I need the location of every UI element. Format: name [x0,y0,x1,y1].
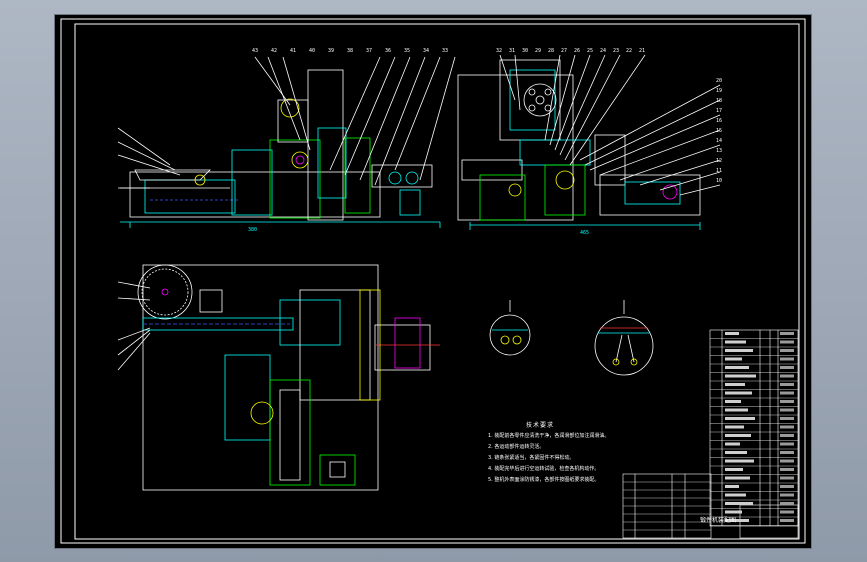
parts-cell-mark [725,434,751,437]
parts-cell-mark [780,459,794,463]
parts-cell-mark [780,417,794,420]
detail-views [489,300,654,376]
technical-notes: 技术要求 1. 装配前各零件应清洗干净，各润滑部位加注润滑油。 2. 各运动部件… [488,420,698,486]
parts-cell-mark [780,451,794,454]
parts-cell-mark [780,442,794,446]
balloon-left-36: 36 [385,48,391,54]
notes-title: 技术要求 [526,422,555,429]
parts-cell-mark [725,408,748,412]
balloon-side-15: 15 [716,128,722,134]
parts-cell-mark [725,400,741,403]
cad-drawing: 43 42 41 40 39 38 37 36 35 34 33 32 31 30 29 28 27 26 25 24… [60,18,806,544]
parts-cell-mark [780,357,794,361]
balloon-side-18: 18 [716,98,722,104]
parts-cell-mark [780,510,794,514]
parts-cell-mark [725,468,743,471]
parts-cell-mark [725,340,746,344]
balloon-left-43: 43 [252,48,258,54]
parts-cell-mark [780,434,794,437]
parts-cell-mark [725,357,742,361]
parts-cell-mark [780,349,794,352]
parts-cell-mark [725,417,755,420]
balloon-side-10: 10 [716,178,722,184]
parts-cell-mark [725,493,746,497]
parts-cell-mark [725,502,753,505]
parts-cell-mark [780,383,794,386]
balloon-left-33: 33 [442,48,448,54]
balloon-left-40: 40 [309,48,315,54]
balloon-side-12: 12 [716,158,722,164]
parts-cell-mark [780,485,794,488]
balloon-right-24: 24 [600,48,606,54]
title-block-name: 锻件机装配图 [700,516,736,524]
parts-cell-mark [725,459,754,463]
balloon-left-35: 35 [404,48,410,54]
front-view [117,56,456,228]
plan-view [117,264,440,491]
parts-cell-mark [780,391,794,395]
dim-side: 465 [580,230,589,236]
parts-cell-mark [725,383,745,386]
parts-cell-mark [780,468,794,471]
dimension-labels: 380 465 [248,227,589,236]
balloon-right-30: 30 [522,48,528,54]
parts-cell-mark [780,476,794,480]
note-2: 2. 各运动部件运转灵活。 [488,444,545,450]
balloon-side-16: 16 [716,118,722,124]
parts-cell-mark [725,451,747,454]
parts-cell-mark [725,485,739,488]
parts-list-cells [725,332,794,522]
balloon-right-23: 23 [613,48,619,54]
parts-cell-mark [725,349,753,352]
parts-cell-mark [725,366,749,369]
dim-front: 380 [248,227,257,233]
balloon-right-29: 29 [535,48,541,54]
cad-viewport[interactable]: 43 42 41 40 39 38 37 36 35 34 33 32 31 30 29 28 27 26 25 24… [0,0,867,562]
parts-cell-mark [780,519,794,522]
balloon-left-37: 37 [366,48,372,54]
side-view [457,54,721,230]
balloon-side-19: 19 [716,88,722,94]
parts-cell-mark [780,340,794,344]
balloon-right-28: 28 [548,48,554,54]
parts-cell-mark [780,425,794,429]
parts-cell-mark [725,391,752,395]
parts-cell-mark [725,510,742,514]
note-1: 1. 装配前各零件应清洗干净，各润滑部位加注润滑油。 [488,433,610,439]
balloon-side-13: 13 [716,148,722,154]
balloon-right-27: 27 [561,48,567,54]
parts-cell-mark [780,374,794,378]
parts-cell-mark [780,493,794,497]
parts-cell-mark [725,332,739,335]
balloon-left-38: 38 [347,48,353,54]
balloon-right-32: 32 [496,48,502,54]
parts-cell-mark [780,366,794,369]
balloon-right-31: 31 [509,48,515,54]
parts-cell-mark [780,400,794,403]
note-5: 5. 整机外表面涂防锈漆，各部件按图纸要求装配。 [488,477,600,483]
parts-cell-mark [725,442,740,446]
parts-cell-mark [780,332,794,335]
balloon-left-34: 34 [423,48,429,54]
note-4: 4. 装配完毕后进行空运转试验，检查各机构动作。 [488,466,600,472]
parts-cell-mark [780,502,794,505]
balloon-right-25: 25 [587,48,593,54]
balloon-left-41: 41 [290,48,296,54]
balloon-side-14: 14 [716,138,722,144]
balloon-left-39: 39 [328,48,334,54]
balloon-side-11: 11 [716,168,722,174]
balloon-right-21: 21 [639,48,645,54]
balloon-right-26: 26 [574,48,580,54]
parts-cell-mark [725,476,750,480]
parts-cell-mark [725,425,744,429]
balloon-side-20: 20 [716,78,722,84]
balloon-side-17: 17 [716,108,722,114]
note-3: 3. 链条张紧适当，各紧固件不得松动。 [488,455,575,461]
balloon-labels: 43 42 41 40 39 38 37 36 35 34 33 32 31 30 29 28 27 26 25 24… [252,48,722,184]
balloon-left-42: 42 [271,48,277,54]
balloon-right-22: 22 [626,48,632,54]
parts-cell-mark [780,408,794,412]
parts-cell-mark [725,374,756,378]
